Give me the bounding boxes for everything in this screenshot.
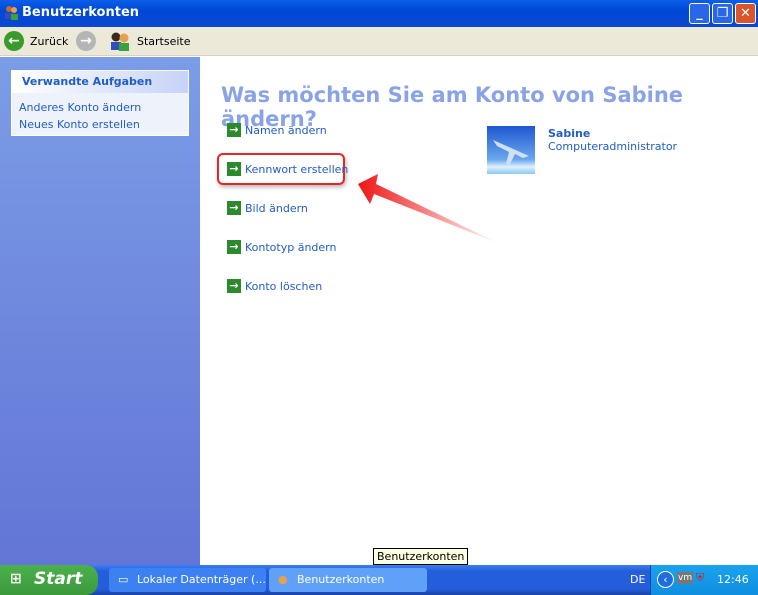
task-change-name[interactable]: → Namen ändern xyxy=(227,123,327,137)
sidebar: Verwandte Aufgaben Anderes Konto ändern … xyxy=(0,57,200,565)
user-type: Computeradministrator xyxy=(548,140,678,153)
start-label: Start xyxy=(34,569,83,589)
taskbar-label: Lokaler Datenträger (... xyxy=(137,573,266,586)
show-hidden-icons-button[interactable]: ‹ xyxy=(657,571,674,588)
red-pointer-arrow-icon xyxy=(358,174,500,244)
user-name: Sabine xyxy=(548,127,591,140)
related-tasks-heading: Verwandte Aufgaben xyxy=(12,71,188,93)
taskbar-button-user-accounts[interactable]: ● Benutzerkonten xyxy=(269,568,427,592)
forward-arrow-icon: → xyxy=(76,31,96,51)
arrow-icon: → xyxy=(227,240,241,254)
sidebar-link-new-account[interactable]: Neues Konto erstellen xyxy=(12,116,188,133)
home-label: Startseite xyxy=(137,34,191,48)
user-accounts-icon: ● xyxy=(278,573,288,586)
back-label: Zurück xyxy=(30,34,69,48)
start-button[interactable]: ⊞ Start xyxy=(0,565,98,595)
language-indicator[interactable]: DE xyxy=(630,573,645,586)
clock[interactable]: 12:46 xyxy=(717,573,749,586)
task-label: Kontotyp ändern xyxy=(245,240,337,254)
arrow-icon: → xyxy=(227,201,241,215)
drive-icon: ▭ xyxy=(118,573,129,586)
task-label: Bild ändern xyxy=(245,201,308,215)
taskbar: ⊞ Start ▭ Lokaler Datenträger (... ● Ben… xyxy=(0,565,758,595)
arrow-icon: → xyxy=(227,279,241,293)
user-accounts-home-icon xyxy=(111,32,129,51)
related-tasks-panel: Verwandte Aufgaben Anderes Konto ändern … xyxy=(11,70,189,136)
windows-logo-icon: ⊞ xyxy=(10,571,22,587)
system-tray: ‹ vm ⛨ 12:46 xyxy=(650,565,758,595)
security-shield-icon[interactable]: ⛨ xyxy=(696,571,704,585)
close-button[interactable]: ✕ xyxy=(735,3,756,24)
restore-button[interactable]: ❐ xyxy=(712,3,733,24)
toolbar: ← Zurück → Startseite xyxy=(0,27,758,56)
window-title: Benutzerkonten xyxy=(22,5,140,20)
minimize-button[interactable]: _ xyxy=(689,3,710,24)
taskbar-label: Benutzerkonten xyxy=(297,573,385,586)
home-button[interactable]: Startseite xyxy=(109,31,191,51)
back-arrow-icon: ← xyxy=(4,31,24,51)
task-create-password[interactable]: → Kennwort erstellen xyxy=(227,162,348,176)
task-label: Konto löschen xyxy=(245,279,323,293)
airplane-icon xyxy=(493,140,529,166)
back-button[interactable]: ← Zurück xyxy=(4,31,68,51)
user-picture xyxy=(487,126,535,174)
sidebar-link-change-other-account[interactable]: Anderes Konto ändern xyxy=(12,99,188,116)
task-change-picture[interactable]: → Bild ändern xyxy=(227,201,308,215)
user-info: Sabine Computeradministrator xyxy=(548,127,677,153)
taskbar-button-local-disk[interactable]: ▭ Lokaler Datenträger (... xyxy=(109,568,266,592)
main-content: Was möchten Sie am Konto von Sabine ände… xyxy=(200,57,758,565)
forward-button[interactable]: → xyxy=(76,31,96,51)
task-label: Namen ändern xyxy=(245,123,327,137)
arrow-icon: → xyxy=(227,162,241,176)
tooltip: Benutzerkonten xyxy=(373,548,469,565)
task-label: Kennwort erstellen xyxy=(245,162,349,176)
task-change-account-type[interactable]: → Kontotyp ändern xyxy=(227,240,336,254)
title-bar: Benutzerkonten _ ❐ ✕ xyxy=(0,0,758,27)
user-accounts-icon xyxy=(5,6,18,20)
arrow-icon: → xyxy=(227,123,241,137)
vmware-icon[interactable]: vm xyxy=(677,572,694,584)
task-delete-account[interactable]: → Konto löschen xyxy=(227,279,322,293)
